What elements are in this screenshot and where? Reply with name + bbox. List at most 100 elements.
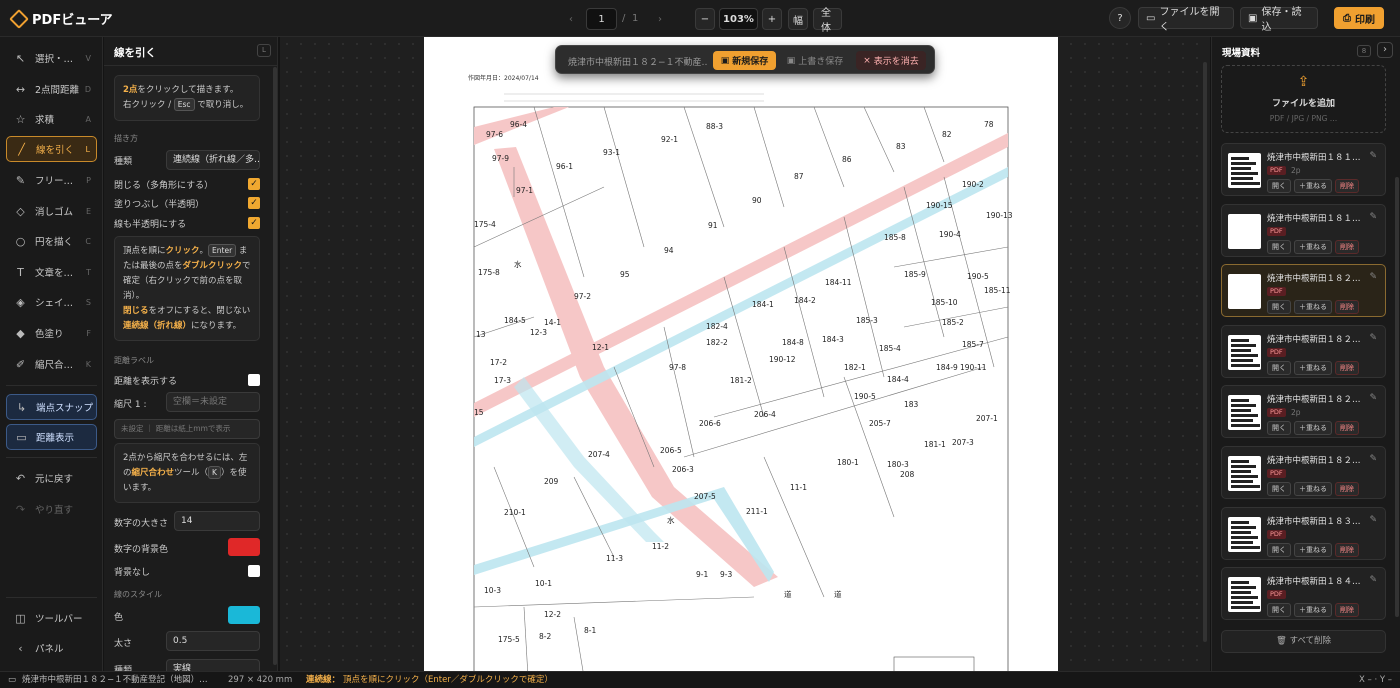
zoom-value[interactable]: 103%	[719, 8, 758, 30]
hint-box: 2点をクリックして描きます。 右クリック / Esc で取り消し。	[114, 75, 260, 121]
hide-display-button[interactable]: × 表示を消去	[856, 51, 926, 70]
pdf-page[interactable]: 作図年月日：2024/07/14 97-6 96-4 88-3 92-1 93-…	[424, 37, 1058, 671]
page-number-input[interactable]: 1	[586, 8, 617, 30]
overlay-document-button[interactable]: ＋重ねる	[1294, 179, 1332, 193]
num-size-label: 数字の大きさ	[114, 519, 169, 529]
scale-input[interactable]: 空欄＝未設定	[166, 392, 260, 412]
prev-page-button[interactable]: ‹	[561, 8, 581, 30]
close-checkbox[interactable]: ✓	[248, 178, 260, 190]
tool-distance[interactable]: ↔ 2点間距離 D	[6, 76, 97, 102]
status-bar: ▭ 焼津市中根新田１８２−１不動産登記（地図）… 297 × 420 mm 連続…	[0, 671, 1400, 688]
tool-fill[interactable]: ◆ 色塗り F	[6, 320, 97, 346]
edit-icon[interactable]: ✎	[1369, 515, 1377, 525]
new-save-button[interactable]: ▣ 新規保存	[713, 51, 776, 70]
materials-scrollbar[interactable]	[1395, 177, 1399, 617]
text-icon: T	[17, 265, 24, 279]
delete-all-button[interactable]: 🗑 すべて削除	[1221, 630, 1386, 653]
overlay-document-button[interactable]: ＋重ねる	[1294, 300, 1332, 315]
overlay-document-button[interactable]: ＋重ねる	[1294, 482, 1332, 496]
width-input[interactable]: 0.5	[166, 631, 260, 651]
fill-checkbox[interactable]: ✓	[248, 197, 260, 209]
redo-button[interactable]: ↷ やり直す	[6, 496, 97, 522]
document-card[interactable]: 焼津市中根新田１８１… PDF ✎ 開く ＋重ねる 削除	[1221, 203, 1386, 257]
tool-area[interactable]: ☆ 求積 A	[6, 106, 97, 132]
edit-icon[interactable]: ✎	[1369, 212, 1377, 222]
toggle-distance-display[interactable]: ▭ 距離表示	[6, 424, 97, 450]
fit-width-button[interactable]: 幅	[788, 8, 808, 30]
delete-document-button[interactable]: 削除	[1335, 542, 1359, 557]
tool-eraser[interactable]: ◇ 消しゴム E	[6, 198, 97, 224]
delete-document-button[interactable]: 削除	[1335, 603, 1359, 618]
document-actions: 開く ＋重ねる 削除	[1267, 300, 1359, 315]
edit-icon[interactable]: ✎	[1369, 333, 1377, 343]
delete-document-button[interactable]: 削除	[1335, 421, 1359, 436]
tool-scale[interactable]: ✐ 縮尺合… K	[6, 351, 97, 377]
edit-icon[interactable]: ✎	[1369, 575, 1377, 585]
delete-document-button[interactable]: 削除	[1335, 482, 1359, 496]
delete-document-button[interactable]: 削除	[1335, 360, 1359, 375]
document-card[interactable]: 焼津市中根新田１８２… PDF ✎ 開く ＋重ねる 削除	[1221, 446, 1386, 499]
document-canvas[interactable]: 作図年月日：2024/07/14 97-6 96-4 88-3 92-1 93-…	[280, 37, 1210, 671]
open-document-button[interactable]: 開く	[1267, 300, 1291, 315]
panel-toggle[interactable]: ‹ パネル	[6, 635, 97, 661]
collapse-panel-button[interactable]: ›	[1377, 42, 1393, 58]
toolbar-toggle[interactable]: ◫ ツールバー	[6, 605, 97, 631]
fit-all-button[interactable]: 全体	[813, 8, 842, 34]
line-type-select[interactable]: 実線	[166, 659, 260, 671]
open-document-button[interactable]: 開く	[1267, 421, 1291, 436]
open-document-button[interactable]: 開く	[1267, 360, 1291, 375]
zoom-out-button[interactable]: −	[695, 8, 715, 30]
next-page-button[interactable]: ›	[650, 8, 670, 30]
open-file-button[interactable]: ▭ ファイルを開く	[1138, 7, 1234, 33]
undo-button[interactable]: ↶ 元に戻す	[6, 465, 97, 491]
overlay-document-button[interactable]: ＋重ねる	[1294, 360, 1332, 375]
add-file-formats: PDF / JPG / PNG …	[1269, 114, 1338, 123]
document-card[interactable]: 焼津市中根新田１８１… PDF 2p ✎ 開く ＋重ねる 削除	[1221, 143, 1386, 196]
overlay-document-button[interactable]: ＋重ねる	[1294, 239, 1332, 254]
open-document-button[interactable]: 開く	[1267, 542, 1291, 557]
open-document-button[interactable]: 開く	[1267, 603, 1291, 618]
tool-select[interactable]: ↖ 選択・… V	[6, 45, 97, 71]
line-color-swatch[interactable]	[228, 606, 260, 624]
document-card[interactable]: 焼津市中根新田１８４… PDF ✎ 開く ＋重ねる 削除	[1221, 567, 1386, 621]
tool-circle[interactable]: ○ 円を描く C	[6, 228, 97, 254]
tool-text[interactable]: T 文章を… T	[6, 259, 97, 285]
canvas-scrollbar[interactable]	[1203, 62, 1207, 642]
chevron-right-icon: ›	[658, 13, 662, 25]
overlay-document-button[interactable]: ＋重ねる	[1294, 542, 1332, 557]
overlay-document-button[interactable]: ＋重ねる	[1294, 421, 1332, 436]
line-kind-select[interactable]: 連続線（折れ線／多…	[166, 150, 260, 170]
edit-icon[interactable]: ✎	[1369, 272, 1377, 282]
delete-document-button[interactable]: 削除	[1335, 179, 1359, 193]
delete-document-button[interactable]: 削除	[1335, 300, 1359, 315]
help-button[interactable]: ?	[1109, 7, 1131, 29]
overlay-document-button[interactable]: ＋重ねる	[1294, 603, 1332, 618]
show-distance-checkbox[interactable]	[248, 374, 260, 386]
document-card[interactable]: 焼津市中根新田１８２… PDF ✎ 開く ＋重ねる 削除	[1221, 264, 1386, 318]
no-bg-checkbox[interactable]	[248, 565, 260, 577]
num-bg-swatch[interactable]	[228, 538, 260, 556]
zoom-in-button[interactable]: +	[762, 8, 782, 30]
tool-line[interactable]: ╱ 線を引く L	[6, 136, 97, 162]
edit-icon[interactable]: ✎	[1369, 454, 1377, 464]
document-card[interactable]: 焼津市中根新田１８２… PDF ✎ 開く ＋重ねる 削除	[1221, 324, 1386, 378]
delete-document-button[interactable]: 削除	[1335, 239, 1359, 254]
tool-shape[interactable]: ◈ シェイ… S	[6, 289, 97, 315]
save-load-button[interactable]: ▣ 保存・読込	[1240, 7, 1318, 33]
document-card[interactable]: 焼津市中根新田１８３… PDF ✎ 開く ＋重ねる 削除	[1221, 506, 1386, 560]
tool-freehand[interactable]: ✎ フリー… P	[6, 167, 97, 193]
open-document-button[interactable]: 開く	[1267, 179, 1291, 193]
open-document-button[interactable]: 開く	[1267, 239, 1291, 254]
edit-icon[interactable]: ✎	[1369, 151, 1377, 161]
open-document-button[interactable]: 開く	[1267, 482, 1291, 496]
toggle-endpoint-snap[interactable]: ↳ 端点スナップ	[6, 394, 97, 420]
add-file-dropzone[interactable]: ⇪ ファイルを追加 PDF / JPG / PNG …	[1221, 65, 1386, 133]
panel-scrollbar[interactable]	[273, 67, 277, 665]
print-button[interactable]: ⎙ 印刷	[1334, 7, 1384, 29]
semi-checkbox[interactable]: ✓	[248, 217, 260, 229]
edit-icon[interactable]: ✎	[1369, 393, 1377, 403]
num-size-input[interactable]: 14	[174, 511, 260, 531]
document-card[interactable]: 焼津市中根新田１８２… PDF 2p ✎ 開く ＋重ねる 削除	[1221, 385, 1386, 439]
rail-divider	[6, 385, 97, 386]
overwrite-save-button[interactable]: ▣ 上書き保存	[782, 51, 848, 70]
